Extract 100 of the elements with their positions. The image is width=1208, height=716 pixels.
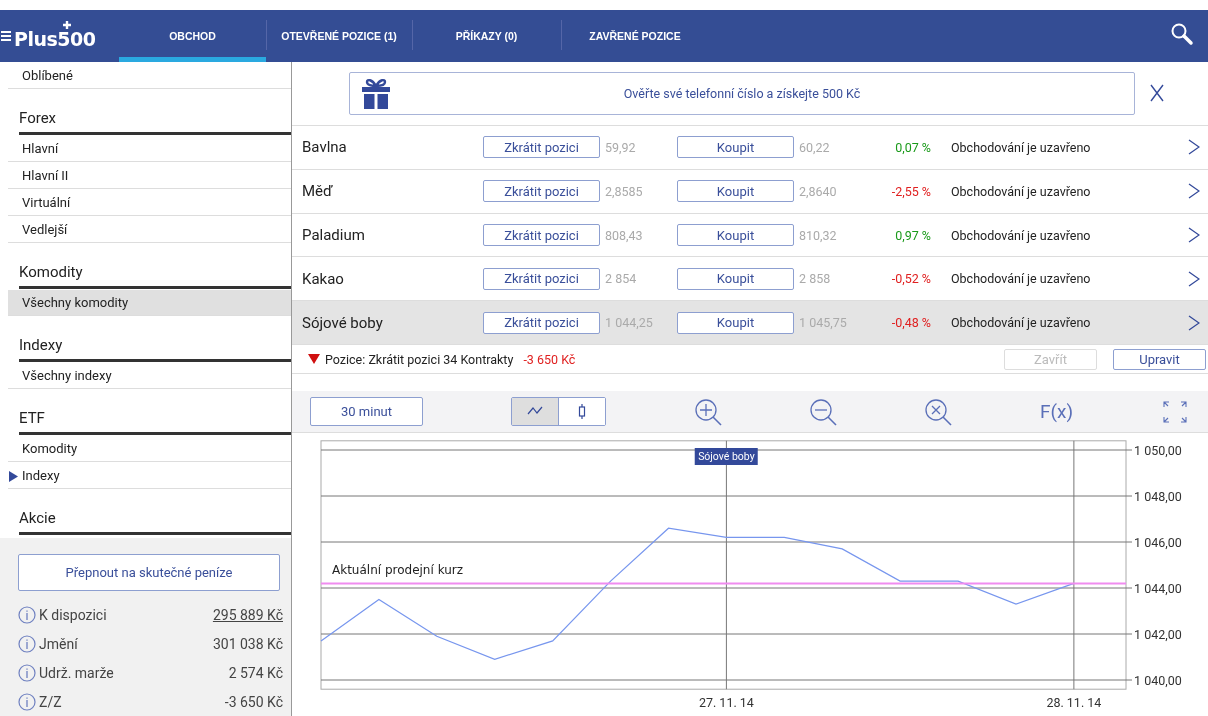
section-heading: ETF <box>19 408 291 435</box>
info-icon[interactable] <box>18 692 36 711</box>
position-button[interactable]: Upravit <box>1113 348 1206 370</box>
account-label: Jmění <box>39 635 79 652</box>
section-heading: Forex <box>19 108 291 135</box>
chevron-icon[interactable] <box>1188 227 1200 243</box>
change-percent: -0,48 % <box>890 315 931 331</box>
position-pl: -3 650 Kč <box>523 351 576 367</box>
x-axis-label: 28. 11. 14 <box>1046 695 1102 711</box>
instrument-name: Paladium <box>302 226 366 244</box>
sell-price: 808,43 <box>604 227 644 243</box>
y-axis-label: 1 040,00 <box>1134 673 1182 688</box>
sell-button[interactable]: Zkrátit pozici <box>483 267 600 290</box>
price-line-label: Aktuální prodejní kurz <box>332 563 464 578</box>
info-icon[interactable] <box>18 605 36 624</box>
sell-price: 59,92 <box>604 139 637 155</box>
section-heading: Akcie <box>19 508 291 535</box>
zoom-in-icon[interactable] <box>694 397 722 426</box>
y-axis-label: 1 042,00 <box>1134 627 1182 642</box>
sell-button[interactable]: Zkrátit pozici <box>483 311 600 334</box>
market-status: Obchodování je uzavřeno <box>950 183 1092 199</box>
close-icon[interactable] <box>1150 84 1164 103</box>
info-icon[interactable] <box>18 634 36 653</box>
buy-price: 2,8640 <box>798 183 838 199</box>
chevron-icon[interactable] <box>1188 270 1200 287</box>
zoom-reset-icon[interactable] <box>924 397 952 426</box>
account-label: Udrž. marže <box>39 664 115 681</box>
sell-button[interactable]: Zkrátit pozici <box>483 224 600 246</box>
buy-button[interactable]: Koupit <box>677 224 794 246</box>
sell-price: 2 854 <box>604 271 638 287</box>
account-label: Z/Z <box>39 693 63 710</box>
sell-price: 2,8585 <box>604 183 644 199</box>
buy-price: 60,22 <box>798 139 831 155</box>
y-axis-label: 1 044,00 <box>1134 581 1182 596</box>
promo-text: Ověřte své telefonní číslo a získejte 500 Kč <box>622 85 862 101</box>
nav-tab[interactable]: ZAVŘENÉ POZICE <box>561 10 709 62</box>
chevron-icon[interactable] <box>1188 183 1200 200</box>
market-status: Obchodování je uzavřeno <box>950 139 1092 155</box>
info-icon[interactable] <box>18 663 36 682</box>
expand-icon[interactable] <box>1163 400 1188 423</box>
zoom-out-icon[interactable] <box>809 397 837 426</box>
instrument-name: Kakao <box>302 269 345 288</box>
chevron-icon[interactable] <box>1188 139 1200 156</box>
instrument-name: Bavlna <box>302 138 348 157</box>
instrument-name: Měď <box>302 182 334 201</box>
chevron-icon[interactable] <box>1188 314 1200 331</box>
nav-tab[interactable]: PŘÍKAZY (0) <box>412 10 561 62</box>
triangle-icon[interactable] <box>308 354 320 365</box>
sell-button[interactable]: Zkrátit pozici <box>483 180 600 203</box>
chart-type-toggle[interactable] <box>512 398 558 426</box>
sell-button[interactable]: Zkrátit pozici <box>483 136 600 159</box>
buy-button[interactable]: Koupit <box>677 267 794 290</box>
balance-link[interactable]: 295 889 Kč <box>212 606 283 623</box>
category-item[interactable]: Komodity <box>8 436 291 462</box>
buy-button[interactable]: Koupit <box>677 311 794 334</box>
instrument-row[interactable]: Měď Zkrátit pozici 2,8585 Koupit 2,8640 -2,55 % Obchodování je uzavřeno <box>292 169 1208 214</box>
account-value: 2 574 Kč <box>228 664 283 681</box>
nav-tab[interactable]: OBCHOD <box>119 10 266 62</box>
instrument-row[interactable]: Bavlna Zkrátit pozici 59,92 Koupit 60,22 0,07 % Obchodování je uzavřeno <box>292 125 1208 170</box>
instrument-name: Sójové boby <box>302 313 384 332</box>
category-item[interactable]: Virtuální <box>8 190 291 216</box>
function-button[interactable]: F(x) <box>1040 400 1074 424</box>
nav-tab[interactable]: OTEVŘENÉ POZICE (1) <box>266 10 412 62</box>
instrument-row[interactable]: Paladium Zkrátit pozici 808,43 Koupit 810,32 0,97 % Obchodování je uzavřeno <box>292 213 1208 258</box>
buy-price: 810,32 <box>798 227 838 243</box>
section-heading: Indexy <box>19 335 291 362</box>
market-status: Obchodování je uzavřeno <box>950 315 1092 331</box>
y-axis-label: 1 050,00 <box>1134 443 1182 458</box>
change-percent: 0,97 % <box>894 227 931 243</box>
category-item[interactable]: Hlavní II <box>8 163 291 189</box>
y-axis-label: 1 046,00 <box>1134 535 1182 550</box>
account-label: K dispozici <box>39 606 108 623</box>
market-status: Obchodování je uzavřeno <box>950 271 1092 287</box>
change-percent: -2,55 % <box>890 183 931 199</box>
promo-banner[interactable]: Ověřte své telefonní číslo a získejte 500 Kč <box>349 71 1135 115</box>
y-axis-label: 1 048,00 <box>1134 489 1182 504</box>
plus-icon <box>63 21 71 29</box>
gift-icon <box>362 77 390 110</box>
market-status: Obchodování je uzavřeno <box>950 227 1092 243</box>
search-icon[interactable] <box>1170 22 1194 46</box>
category-item[interactable]: Oblíbené <box>8 63 291 89</box>
position-summary: Pozice: Zkrátit pozici 34 Kontrakty <box>325 351 514 367</box>
interval-button[interactable]: 30 minut <box>310 397 423 427</box>
account-value: 301 038 Kč <box>212 635 283 652</box>
buy-button[interactable]: Koupit <box>677 180 794 203</box>
switch-button[interactable]: Přepnout na skutečné peníze <box>18 554 280 591</box>
menu-icon[interactable] <box>1 30 11 42</box>
buy-price: 2 858 <box>798 271 832 287</box>
x-axis-label: 27. 11. 14 <box>698 695 754 711</box>
chart-type-toggle[interactable] <box>558 398 605 426</box>
category-item[interactable]: Vedlejší <box>8 217 291 243</box>
buy-button[interactable]: Koupit <box>677 136 794 159</box>
category-item[interactable]: Všechny komodity <box>8 290 291 316</box>
category-item[interactable]: Hlavní <box>8 136 291 162</box>
change-percent: 0,07 % <box>894 139 931 155</box>
category-item[interactable]: Indexy <box>8 463 291 489</box>
change-percent: -0,52 % <box>890 271 931 287</box>
logo: Plus500 <box>14 31 96 47</box>
category-item[interactable]: Všechny indexy <box>8 363 291 389</box>
account-value: -3 650 Kč <box>224 693 283 710</box>
